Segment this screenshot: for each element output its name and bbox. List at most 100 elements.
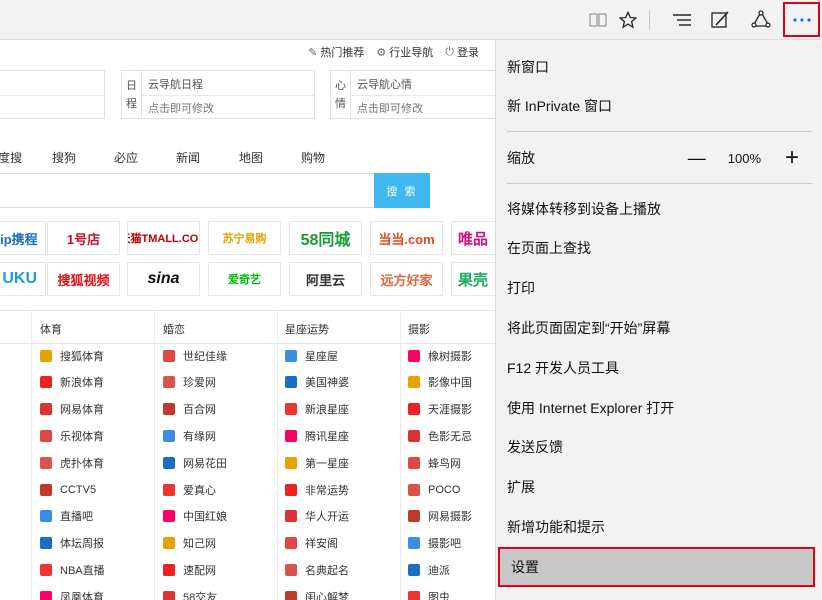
logo-yuanfang[interactable]: 远方好家 [370, 262, 443, 296]
mood-box[interactable]: 心情 云导航心情 点击即可修改 [330, 70, 495, 119]
logo-yhd[interactable]: 1号店 [47, 221, 120, 255]
site-link-label: 百合网 [183, 404, 216, 417]
share-icon[interactable] [745, 4, 777, 36]
site-link-photo[interactable]: 橡树摄影 [408, 342, 472, 369]
more-icon[interactable] [783, 2, 820, 37]
site-link-sports[interactable]: 搜狐体育 [40, 342, 104, 369]
site-link-stars[interactable]: 腾讯星座 [285, 422, 349, 449]
site-link-love[interactable]: 中国红娘 [163, 503, 227, 530]
site-link-photo[interactable]: 摄影吧 [408, 530, 461, 557]
site-link-love[interactable]: 珍爱网 [163, 369, 216, 396]
site-link-stars[interactable]: 闺心解梦 [285, 583, 349, 600]
site-favicon-icon [163, 403, 175, 416]
menu-open-with-ie[interactable]: 使用 Internet Explorer 打开 [496, 388, 822, 428]
menu-settings[interactable]: 设置 [498, 547, 815, 587]
tab-news[interactable]: 新闻 [176, 149, 200, 166]
menu-pin-to-start[interactable]: 将此页面固定到“开始”屏幕 [496, 308, 822, 348]
hub-icon[interactable] [666, 4, 698, 36]
tab-sogou[interactable]: 搜狗 [52, 149, 76, 166]
category-stars[interactable]: 星座运势 [285, 321, 329, 337]
site-link-photo[interactable]: 色影无忌 [408, 422, 472, 449]
login-link[interactable]: ⏻ 登录 [445, 44, 479, 60]
site-link-sports[interactable]: 虎扑体育 [40, 449, 104, 476]
zoom-in-button[interactable]: + [781, 144, 803, 172]
tab-shopping[interactable]: 购物 [301, 149, 325, 166]
site-link-love[interactable]: 有缘网 [163, 422, 216, 449]
site-link-stars[interactable]: 第一星座 [285, 449, 349, 476]
zoom-out-button[interactable]: — [686, 148, 708, 169]
partial-box-left[interactable] [0, 70, 105, 119]
site-link-sports[interactable]: NBA直播 [40, 556, 105, 583]
menu-f12-dev-tools[interactable]: F12 开发人员工具 [496, 348, 822, 388]
menu-cast-media[interactable]: 将媒体转移到设备上播放 [496, 189, 822, 229]
logo-ctrip[interactable]: Ctrip携程 [0, 221, 46, 255]
site-link-love[interactable]: 百合网 [163, 396, 216, 423]
site-link-love[interactable]: 世纪佳缘 [163, 342, 227, 369]
logo-aliyun[interactable]: 阿里云 [289, 262, 362, 296]
menu-extensions[interactable]: 扩展 [496, 467, 822, 507]
tab-bing[interactable]: 必应 [114, 149, 138, 166]
search-button[interactable]: 搜 索 [374, 173, 430, 208]
site-link-stars[interactable]: 祥安阁 [285, 530, 338, 557]
site-link-sports[interactable]: 网易体育 [40, 396, 104, 423]
site-link-sports[interactable]: CCTV5 [40, 476, 96, 503]
site-link-love[interactable]: 爱真心 [163, 476, 216, 503]
logo-sohu-video[interactable]: 搜狐视频 [47, 262, 120, 296]
reading-view-icon[interactable] [582, 4, 614, 36]
site-favicon-icon [285, 349, 297, 362]
site-link-love[interactable]: 知己网 [163, 530, 216, 557]
site-link-photo[interactable]: 天涯摄影 [408, 396, 472, 423]
schedule-hint: 点击即可修改 [148, 103, 214, 115]
industry-nav-link[interactable]: ⚙ 行业导航 [376, 44, 433, 60]
logo-suning[interactable]: 苏宁易购 [208, 221, 281, 255]
logo-guokr[interactable]: 果壳 [451, 262, 495, 296]
site-link-love[interactable]: 速配网 [163, 556, 216, 583]
site-link-stars[interactable]: 新浪星座 [285, 396, 349, 423]
menu-whats-new[interactable]: 新增功能和提示 [496, 507, 822, 547]
tab-map[interactable]: 地图 [239, 149, 263, 166]
site-link-sports[interactable]: 直播吧 [40, 503, 93, 530]
logo-iqiyi[interactable]: 爱奇艺 [208, 262, 281, 296]
site-link-photo[interactable]: 影像中国 [408, 369, 472, 396]
site-link-sports[interactable]: 乐视体育 [40, 422, 104, 449]
logo-vip[interactable]: 唯品 [451, 221, 495, 255]
site-link-sports[interactable]: 体坛周报 [40, 530, 104, 557]
menu-find-on-page[interactable]: 在页面上查找 [496, 228, 822, 268]
category-photo[interactable]: 摄影 [408, 321, 430, 337]
site-favicon-icon [163, 563, 175, 576]
site-link-photo[interactable]: 网易摄影 [408, 503, 472, 530]
site-link-photo[interactable]: 图虫 [408, 583, 450, 600]
logo-58[interactable]: 58同城 [289, 221, 362, 255]
search-input[interactable] [0, 173, 374, 208]
category-love[interactable]: 婚恋 [163, 321, 185, 337]
favorite-star-icon[interactable] [612, 4, 644, 36]
site-link-love[interactable]: 网易花田 [163, 449, 227, 476]
menu-new-window[interactable]: 新窗口 [496, 47, 822, 87]
web-note-icon[interactable] [704, 4, 736, 36]
schedule-box[interactable]: 日程 云导航日程 点击即可修改 [121, 70, 315, 119]
site-link-stars[interactable]: 星座屋 [285, 342, 338, 369]
site-link-sports[interactable]: 新浪体育 [40, 369, 104, 396]
hot-recommend-link[interactable]: ✎ 热门推荐 [308, 44, 364, 60]
web-page-content: ✎ 热门推荐 ⚙ 行业导航 ⏻ 登录 日程 云导航日程 点击即可修改 心情 云导航心情… [0, 40, 495, 600]
logo-sina[interactable]: sina [127, 262, 200, 296]
menu-new-inprivate-window[interactable]: 新 InPrivate 窗口 [496, 86, 822, 126]
tab-baidu[interactable]: 度搜 [0, 149, 22, 166]
site-link-photo[interactable]: 迪派 [408, 556, 450, 583]
site-link-photo[interactable]: 蜂鸟网 [408, 449, 461, 476]
site-link-sports[interactable]: 凤凰体育 [40, 583, 104, 600]
site-favicon-icon [40, 456, 52, 469]
site-link-stars[interactable]: 非常运势 [285, 476, 349, 503]
site-link-photo[interactable]: POCO [408, 476, 460, 503]
logo-dangdang[interactable]: 当当.com [370, 221, 443, 255]
site-link-stars[interactable]: 美国神婆 [285, 369, 349, 396]
menu-send-feedback[interactable]: 发送反馈 [496, 427, 822, 467]
site-link-stars[interactable]: 华人开运 [285, 503, 349, 530]
logo-youku[interactable]: UKU [0, 262, 46, 296]
category-sports[interactable]: 体育 [40, 321, 62, 337]
site-link-stars[interactable]: 名典起名 [285, 556, 349, 583]
site-link-label: 网易体育 [60, 404, 104, 417]
site-link-love[interactable]: 58交友 [163, 583, 217, 600]
menu-print[interactable]: 打印 [496, 268, 822, 308]
logo-tmall[interactable]: 天猫TMALL.COM [127, 221, 200, 255]
